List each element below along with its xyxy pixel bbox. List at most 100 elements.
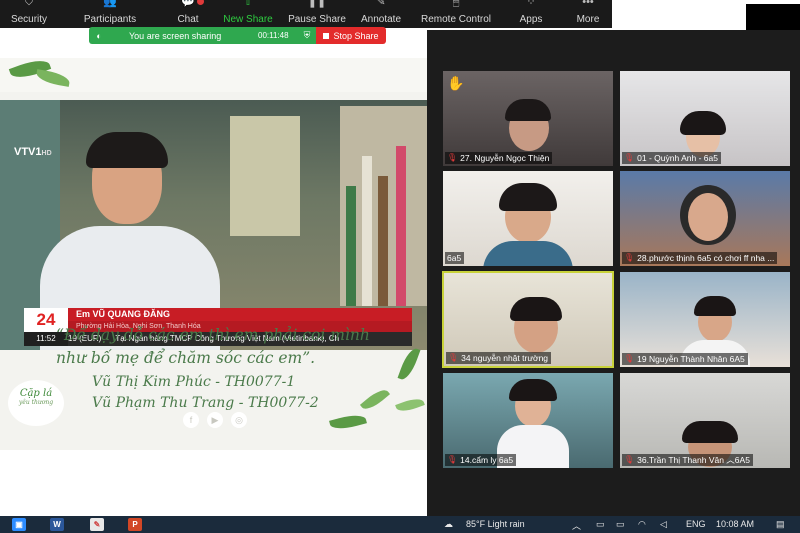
participant-name: 🎙 01 - Quỳnh Anh - 6a5 (622, 152, 721, 164)
volume-icon[interactable]: ◁ (660, 519, 667, 530)
participant-name: 🎙 14.cẩm ly 6a5 (445, 454, 517, 466)
shield-icon: ⛨ (303, 30, 311, 40)
muted-mic-icon: 🎙 (624, 153, 635, 162)
participants-icon: 👥 (103, 0, 117, 8)
participant-tile[interactable]: 🎙 34 nguyễn nhật trường (442, 271, 614, 368)
book (362, 156, 372, 306)
participant-hair (680, 111, 726, 135)
participant-name: 🎙 27. Nguyễn Ngọc Thiện (445, 152, 553, 164)
news-name: Em VŨ QUANG ĐĂNG (68, 308, 412, 321)
new-share-button[interactable]: ⇧ New Share (220, 0, 276, 28)
participant-name: 🎙 28.phước thịnh 6a5 có chơi ff nha ... (622, 252, 778, 264)
language-indicator[interactable]: ENG (686, 519, 706, 529)
wifi-icon[interactable]: ◠ (638, 519, 646, 530)
participant-hair (682, 421, 738, 443)
vtv-logo: VTV1HD (14, 146, 52, 158)
chat-button[interactable]: 💬 Chat (168, 0, 208, 28)
cap-la-logo: Cặp lá yêu thương (8, 380, 64, 426)
word-icon[interactable]: W (50, 518, 64, 531)
participant-name: 🎙 36.Trần Thị Thanh Vân ︿6A5 (622, 454, 753, 466)
participant-tile[interactable]: 🎙 36.Trần Thị Thanh Vân ︿6A5 (619, 372, 791, 469)
signature-1: Vũ Thị Kim Phúc - TH0077-1 (92, 374, 296, 390)
shield-icon: ⛉ (24, 0, 34, 8)
book (378, 176, 388, 306)
more-icon: ••• (582, 0, 594, 8)
participant-tile[interactable]: 🎙 01 - Quỳnh Anh - 6a5 (619, 70, 791, 167)
quote-text: “Để dạy dỗ các em thì em phải coi mình n… (56, 326, 370, 367)
pause-share-button[interactable]: ❚❚ Pause Share (286, 0, 348, 28)
instagram-icon: ◎ (231, 412, 247, 428)
participant-name: 🎙 19 Nguyễn Thành Nhân 6A5 (622, 353, 748, 365)
person-hair (86, 132, 168, 168)
participant-face (688, 193, 728, 241)
clock[interactable]: 10:08 AM (716, 519, 754, 529)
participant-hair (694, 296, 736, 316)
participant-tile[interactable]: 6a5 (442, 170, 614, 267)
stop-share-button[interactable]: Stop Share (316, 27, 386, 44)
weather-text[interactable]: 85°F Light rain (466, 519, 525, 529)
bookshelf (340, 106, 427, 306)
chat-icon: 💬 (181, 0, 195, 8)
participant-hair (499, 183, 557, 211)
participant-name: 6a5 (445, 252, 465, 264)
youtube-icon: ▶ (207, 412, 223, 428)
participant-tile[interactable]: ✋ 🎙 27. Nguyễn Ngọc Thiện (442, 70, 614, 167)
windows-taskbar: ▣ W ✎ P ☁ 85°F Light rain ︿ ▭ ▭ ◠ ◁ ENG … (0, 516, 800, 533)
signature-2: Vũ Phạm Thu Trang - TH0077-2 (92, 395, 319, 411)
weather-icon[interactable]: ☁ (444, 519, 453, 530)
background-window (746, 4, 800, 30)
muted-mic-icon: 🎙 (624, 253, 635, 262)
notification-icon[interactable]: ▤ (776, 519, 785, 530)
facebook-icon: f (183, 412, 199, 428)
participant-hair (505, 99, 551, 121)
annotate-button[interactable]: ✎ Annotate (356, 0, 406, 28)
share-timer: 00:11:48 (258, 31, 289, 40)
mouse-icon: 🖱 (452, 0, 460, 8)
book (396, 146, 406, 306)
powerpoint-icon[interactable]: P (128, 518, 142, 531)
muted-mic-icon: 🎙 (624, 455, 635, 464)
meeting-toolbar: ⛉ Security 👥 Participants 💬 Chat ⇧ New S… (0, 0, 612, 28)
share-status-text: You are screen sharing (129, 30, 222, 41)
remote-control-button[interactable]: 🖱 Remote Control (418, 0, 494, 28)
book (346, 186, 356, 306)
notification-badge (197, 0, 204, 5)
leaf-decoration (359, 385, 391, 414)
screen-share-banner: ◐ You are screen sharing 00:11:48 ⛨ Stop… (89, 27, 386, 44)
apps-icon: ⁘ (526, 0, 536, 8)
share-status: ◐ You are screen sharing 00:11:48 ⛨ (89, 27, 316, 44)
network-icon[interactable]: ▭ (596, 519, 605, 530)
more-button[interactable]: ••• More (570, 0, 606, 28)
participant-tile[interactable]: 🎙 14.cẩm ly 6a5 (442, 372, 614, 469)
raised-hand-icon: ✋ (447, 75, 465, 91)
muted-mic-icon: 🎙 (447, 455, 458, 464)
video-gallery: ✋ 🎙 27. Nguyễn Ngọc Thiện 🎙 01 - Quỳnh Anh… (427, 30, 800, 516)
participant-hair (509, 379, 557, 401)
participant-name: 🎙 34 nguyễn nhật trường (446, 352, 552, 364)
paint-icon[interactable]: ✎ (90, 518, 104, 531)
shared-slide: VTV1HD 24 Em VŨ QUANG ĐĂNG Phường Hải Hò… (0, 58, 427, 450)
leaf-decoration (329, 411, 367, 433)
share-status-icon: ◐ (96, 30, 102, 41)
pen-icon: ✎ (376, 0, 386, 8)
news-background (230, 116, 300, 236)
stop-icon (323, 32, 330, 39)
torn-paper-edge (0, 92, 427, 100)
chevron-up-icon[interactable]: ︿ (572, 519, 581, 532)
security-button[interactable]: ⛉ Security (0, 0, 58, 28)
participant-tile[interactable]: 🎙 19 Nguyễn Thành Nhân 6A5 (619, 271, 791, 368)
zoom-icon[interactable]: ▣ (12, 518, 26, 531)
participants-button[interactable]: 👥 Participants (78, 0, 142, 28)
muted-mic-icon: 🎙 (624, 354, 635, 363)
apps-button[interactable]: ⁘ Apps (514, 0, 548, 28)
pause-icon: ❚❚ (307, 0, 327, 8)
leaf-decoration (395, 395, 425, 415)
screen: ⛉ Security 👥 Participants 💬 Chat ⇧ New S… (0, 0, 800, 533)
share-icon: ⇧ (243, 0, 253, 8)
display-icon[interactable]: ▭ (616, 519, 625, 530)
news-screenshot: VTV1HD 24 Em VŨ QUANG ĐĂNG Phường Hải Hò… (0, 96, 427, 354)
participant-tile[interactable]: 🎙 28.phước thịnh 6a5 có chơi ff nha ... (619, 170, 791, 267)
muted-mic-icon: 🎙 (447, 153, 458, 162)
muted-mic-icon: 🎙 (448, 353, 459, 362)
participant-hair (510, 297, 562, 321)
